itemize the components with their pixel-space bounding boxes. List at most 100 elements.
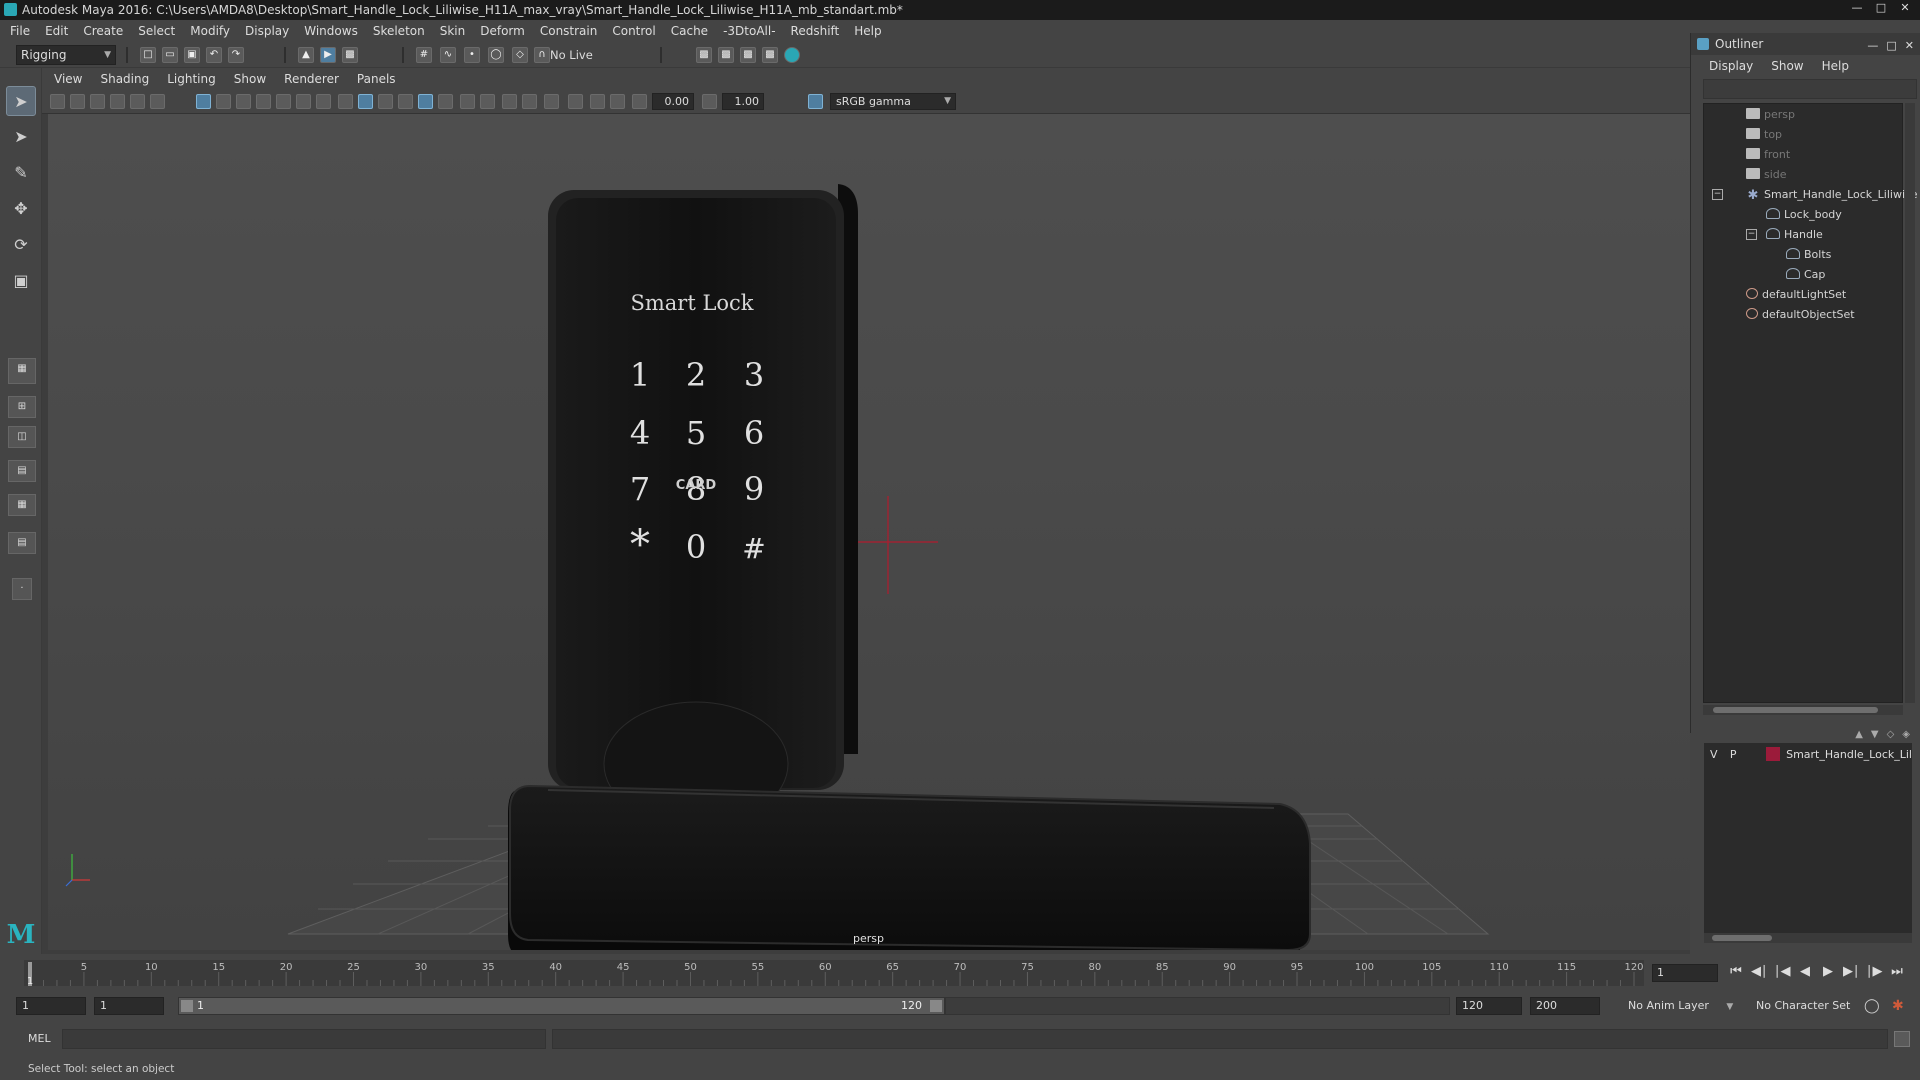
menu-help[interactable]: Help [854,24,881,38]
time-ruler[interactable]: 5 10 15 20 25 30 35 40 45 50 55 60 65 70 75 80 85 90 95 100… [24,954,1644,994]
two-d-pan-icon[interactable] [130,94,145,109]
maximize-icon[interactable]: □ [1870,0,1892,16]
grid-toggle-icon[interactable] [196,94,211,109]
new-layer-selected-icon[interactable]: ◈ [1902,729,1910,740]
two-view-layout-icon[interactable]: ◫ [8,426,36,448]
snap-view-icon[interactable]: ◯ [488,47,504,63]
outliner-layout-icon[interactable]: ▤ [8,460,36,482]
snap-point-icon[interactable]: • [464,47,480,63]
rotate-tool-icon[interactable]: ⟳ [6,230,36,260]
camera-select-icon[interactable] [50,94,65,109]
isolate-select-icon[interactable] [568,94,583,109]
anim-prefs-icon[interactable]: ✱ [1892,997,1912,1015]
live-surface-field[interactable]: No Live Surface [550,46,638,80]
xray-components-icon[interactable] [610,94,625,109]
shadows-icon[interactable] [460,94,475,109]
menu-modify[interactable]: Modify [190,24,230,38]
outliner-tree[interactable]: persp top front side − ✱ Smart_Handle_Loc… [1703,103,1918,703]
outliner-item[interactable]: top [1746,126,1782,144]
menu-deform[interactable]: Deform [480,24,525,38]
xray-icon[interactable] [418,94,433,109]
go-to-start-icon[interactable]: ⏮ [1728,964,1744,979]
go-to-end-icon[interactable]: ⏭ [1889,964,1905,979]
layer-move-down-icon[interactable]: ▼ [1871,729,1879,740]
menu-create[interactable]: Create [83,24,123,38]
resolution-gate-icon[interactable] [236,94,251,109]
wireframe-icon[interactable] [338,94,353,109]
save-scene-icon[interactable]: ▣ [184,47,200,63]
view-transform-dropdown[interactable]: sRGB gamma ▼ [830,93,956,110]
outliner-menu-help[interactable]: Help [1822,59,1849,73]
scroll-thumb[interactable] [1712,935,1772,941]
auto-key-icon[interactable]: ◯ [1864,997,1884,1015]
gamma-icon[interactable] [702,94,717,109]
menu-control[interactable]: Control [612,24,655,38]
minimize-icon[interactable]: — [1846,0,1868,16]
safe-action-icon[interactable] [296,94,311,109]
outliner-menu-display[interactable]: Display [1709,59,1753,73]
depth-of-field-icon[interactable] [544,94,559,109]
lasso-tool-icon[interactable]: ➤ [6,122,36,152]
outliner-item[interactable]: defaultLightSet [1746,286,1846,304]
menu-skin[interactable]: Skin [440,24,466,38]
four-view-layout-icon[interactable]: ⊞ [8,396,36,418]
command-input[interactable] [62,1029,546,1049]
default-material-icon[interactable] [378,94,393,109]
outliner-item[interactable]: front [1746,146,1790,164]
screen-space-ao-icon[interactable] [480,94,495,109]
ipr-render-icon[interactable]: ▩ [718,47,734,63]
minimize-icon[interactable]: — [1867,35,1878,57]
menu-select[interactable]: Select [138,24,175,38]
menu-3dtoall[interactable]: -3DtoAll- [723,24,775,38]
film-gate-icon[interactable] [216,94,231,109]
outliner-item[interactable]: side [1746,166,1787,184]
menu-display[interactable]: Display [245,24,289,38]
layer-horizontal-scrollbar[interactable] [1704,933,1912,943]
current-frame-field[interactable]: 1 [1652,964,1718,982]
menu-cache[interactable]: Cache [671,24,708,38]
range-end-handle[interactable] [930,1000,942,1012]
undo-icon[interactable]: ↶ [206,47,222,63]
smooth-shade-icon[interactable] [358,94,373,109]
outliner-item[interactable]: Cap [1786,266,1825,284]
single-view-layout-icon[interactable]: ▦ [8,358,36,384]
safe-title-icon[interactable] [316,94,331,109]
render-frame-icon[interactable]: ▩ [696,47,712,63]
outliner-item[interactable]: Bolts [1786,246,1831,264]
step-forward-frame-icon[interactable]: ▶∣ [1843,964,1860,979]
grease-pencil-icon[interactable] [150,94,165,109]
use-lights-icon[interactable] [438,94,453,109]
redo-icon[interactable]: ↷ [228,47,244,63]
scroll-thumb[interactable] [1713,707,1878,713]
color-management-icon[interactable] [808,94,823,109]
antialias-icon[interactable] [522,94,537,109]
select-hierarchy-icon[interactable]: ▲ [298,47,314,63]
outliner-menu-show[interactable]: Show [1771,59,1803,73]
scale-tool-icon[interactable]: ▣ [6,266,36,296]
graph-layout-icon[interactable]: ▦ [8,494,36,516]
snap-magnet-icon[interactable]: ∩ [534,47,550,63]
new-layer-icon[interactable]: ◇ [1887,729,1895,740]
maximize-icon[interactable]: □ [1886,35,1896,57]
snap-grid-icon[interactable]: # [416,47,432,63]
script-editor-icon[interactable] [1894,1031,1910,1047]
layer-move-up-icon[interactable]: ▲ [1855,729,1863,740]
step-back-frame-icon[interactable]: ∣◀ [1774,964,1791,979]
menu-skeleton[interactable]: Skeleton [373,24,425,38]
xray-joints-icon[interactable] [590,94,605,109]
time-slider[interactable]: 5 10 15 20 25 30 35 40 45 50 55 60 65 70 75 80 85 90 95 100… [0,954,1920,994]
outliner-item[interactable]: Lock_body [1766,206,1842,224]
outliner-search-field[interactable] [1703,79,1917,99]
gamma-field[interactable]: 1.00 [722,93,764,110]
play-forwards-icon[interactable]: ▶ [1820,964,1836,979]
menu-redshift[interactable]: Redshift [791,24,840,38]
render-settings-icon[interactable]: ▩ [740,47,756,63]
script-language-label[interactable]: MEL [28,1032,51,1045]
select-tool-icon[interactable]: ➤ [6,86,36,116]
snap-curve-icon[interactable]: ∿ [440,47,456,63]
camera-attr-icon[interactable] [70,94,85,109]
step-forward-key-icon[interactable]: ∣▶ [1866,964,1883,979]
open-scene-icon[interactable]: ▭ [162,47,178,63]
menu-windows[interactable]: Windows [304,24,358,38]
panel-menu-show[interactable]: Show [234,72,266,86]
